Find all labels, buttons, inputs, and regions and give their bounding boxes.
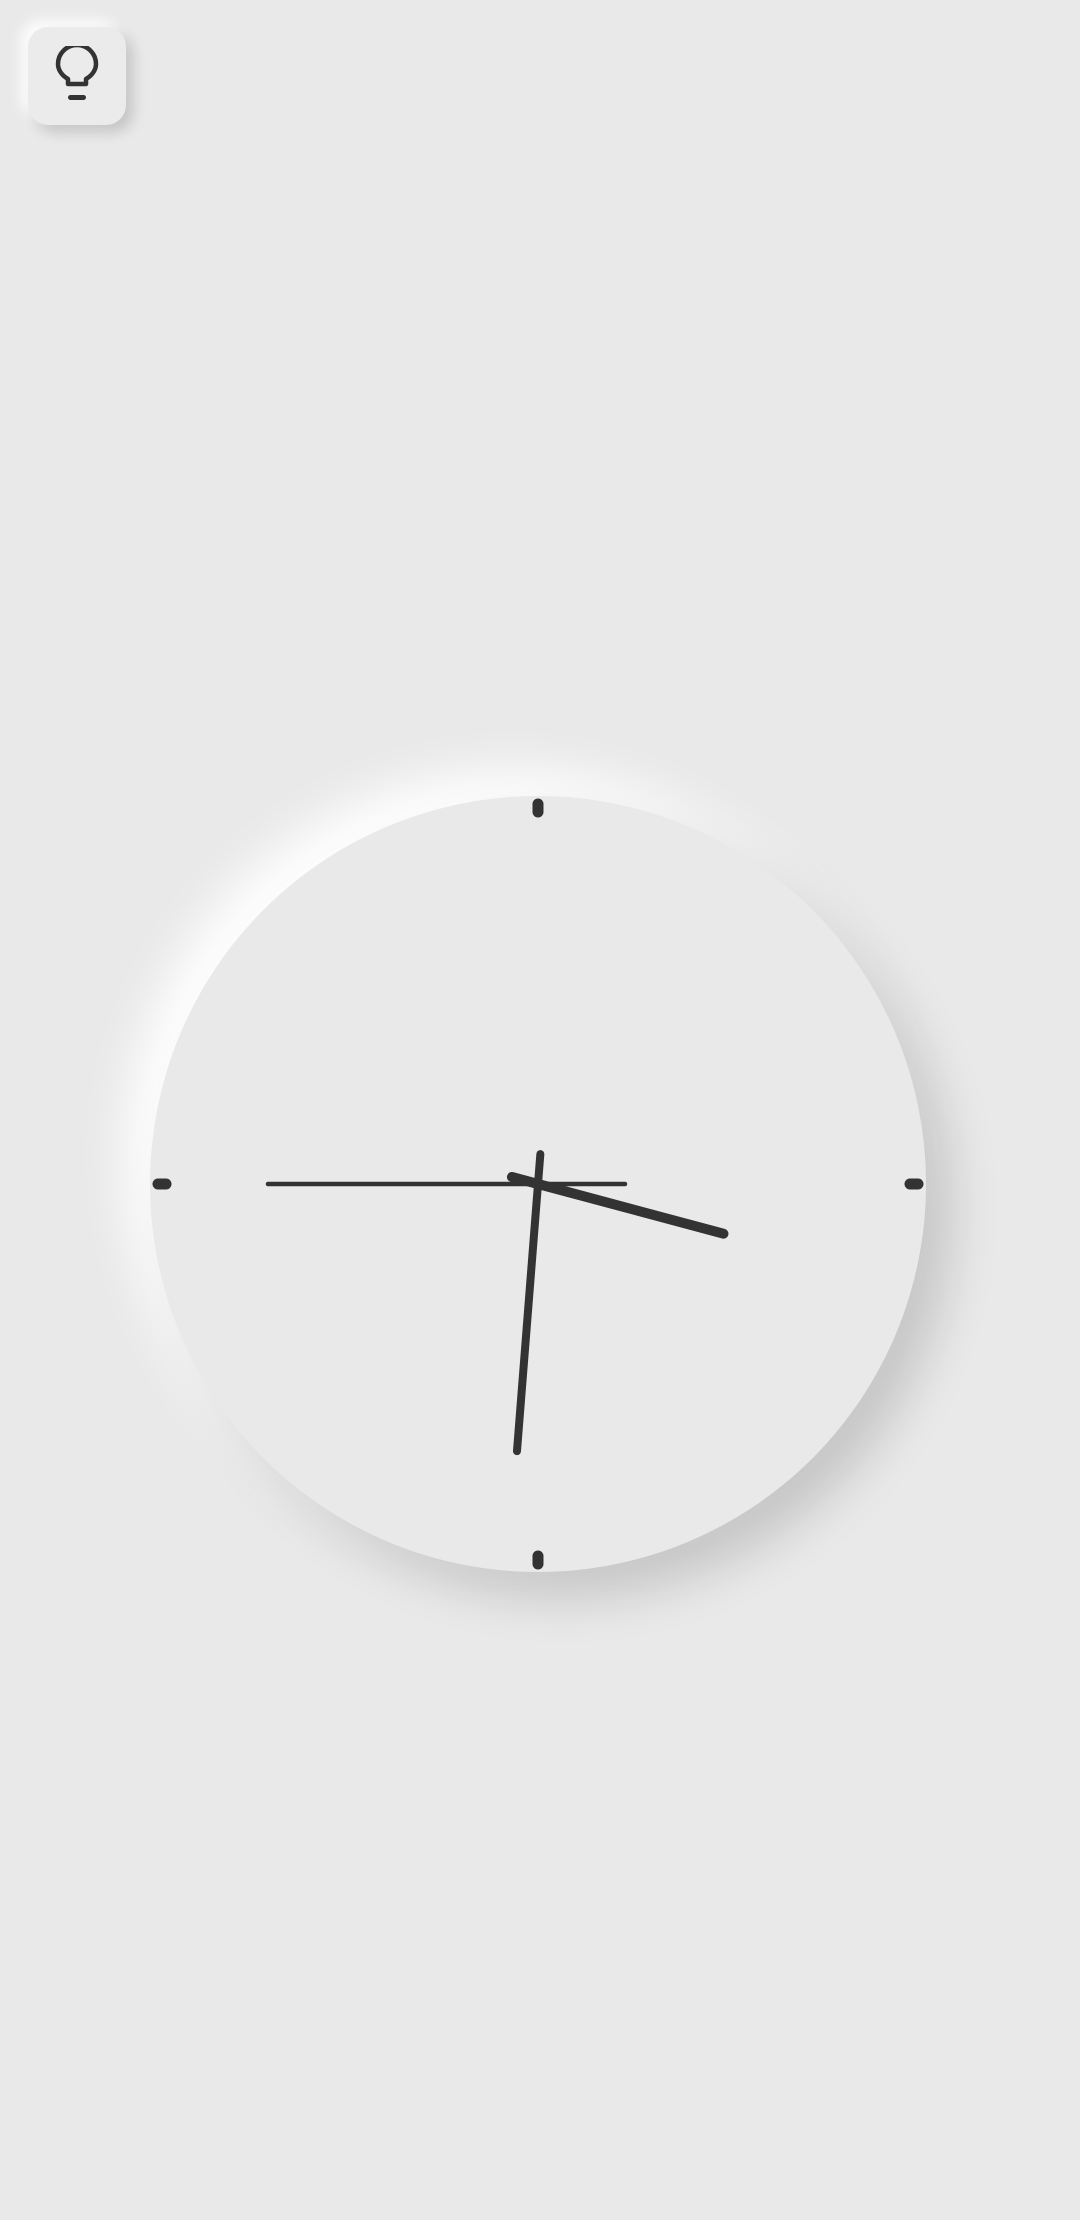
clock-dial bbox=[152, 798, 924, 1570]
hour-marker-6 bbox=[532, 1550, 544, 1570]
hour-marker-12 bbox=[532, 798, 544, 818]
lightbulb-icon bbox=[54, 46, 100, 106]
minute-hand bbox=[512, 1150, 545, 1456]
analog-clock-face bbox=[150, 796, 926, 1572]
hour-marker-3 bbox=[904, 1178, 924, 1190]
theme-toggle-button[interactable] bbox=[28, 27, 126, 125]
clock-screen bbox=[0, 0, 1080, 2220]
hour-marker-9 bbox=[152, 1178, 172, 1190]
